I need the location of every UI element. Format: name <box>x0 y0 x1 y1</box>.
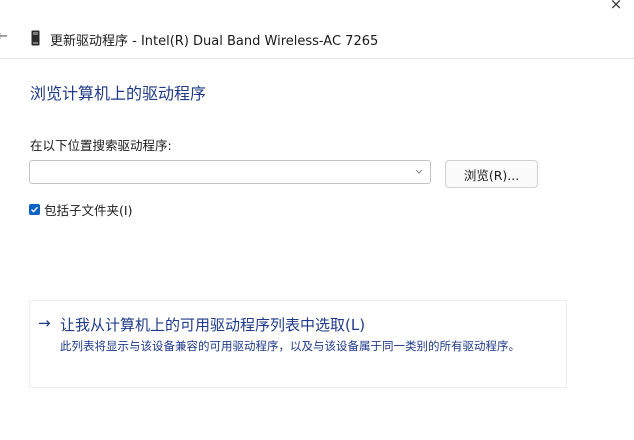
checkmark-icon <box>31 206 39 213</box>
close-button[interactable]: × <box>604 0 628 14</box>
back-arrow-icon[interactable]: ← <box>0 29 11 44</box>
title-bar: ← 更新驱动程序 - Intel(R) Dual Band Wireless-A… <box>0 28 634 50</box>
driver-path-input[interactable] <box>34 163 404 181</box>
device-icon <box>31 30 40 46</box>
search-location-label: 在以下位置搜索驱动程序: <box>30 138 172 153</box>
page-heading: 浏览计算机上的驱动程序 <box>30 84 207 103</box>
pick-from-list-description: 此列表将显示与该设备兼容的可用驱动程序，以及与该设备属于同一类别的所有驱动程序。 <box>60 339 520 353</box>
pick-from-list-option[interactable]: → 让我从计算机上的可用驱动程序列表中选取(L) 此列表将显示与该设备兼容的可用… <box>29 300 567 388</box>
browse-button[interactable]: 浏览(R)... <box>445 160 538 188</box>
window-title: 更新驱动程序 - Intel(R) Dual Band Wireless-AC … <box>50 34 379 49</box>
chevron-down-icon[interactable] <box>414 164 424 178</box>
arrow-right-icon: → <box>38 314 51 332</box>
title-divider <box>0 58 634 59</box>
include-subfolders-row[interactable]: 包括子文件夹(I) <box>29 200 132 219</box>
pick-from-list-title[interactable]: 让我从计算机上的可用驱动程序列表中选取(L) <box>60 314 365 335</box>
include-subfolders-label: 包括子文件夹(I) <box>44 203 133 218</box>
update-driver-window: × ← 更新驱动程序 - Intel(R) Dual Band Wireless… <box>0 0 634 440</box>
driver-path-combobox[interactable] <box>29 160 431 184</box>
include-subfolders-checkbox[interactable] <box>29 204 40 215</box>
